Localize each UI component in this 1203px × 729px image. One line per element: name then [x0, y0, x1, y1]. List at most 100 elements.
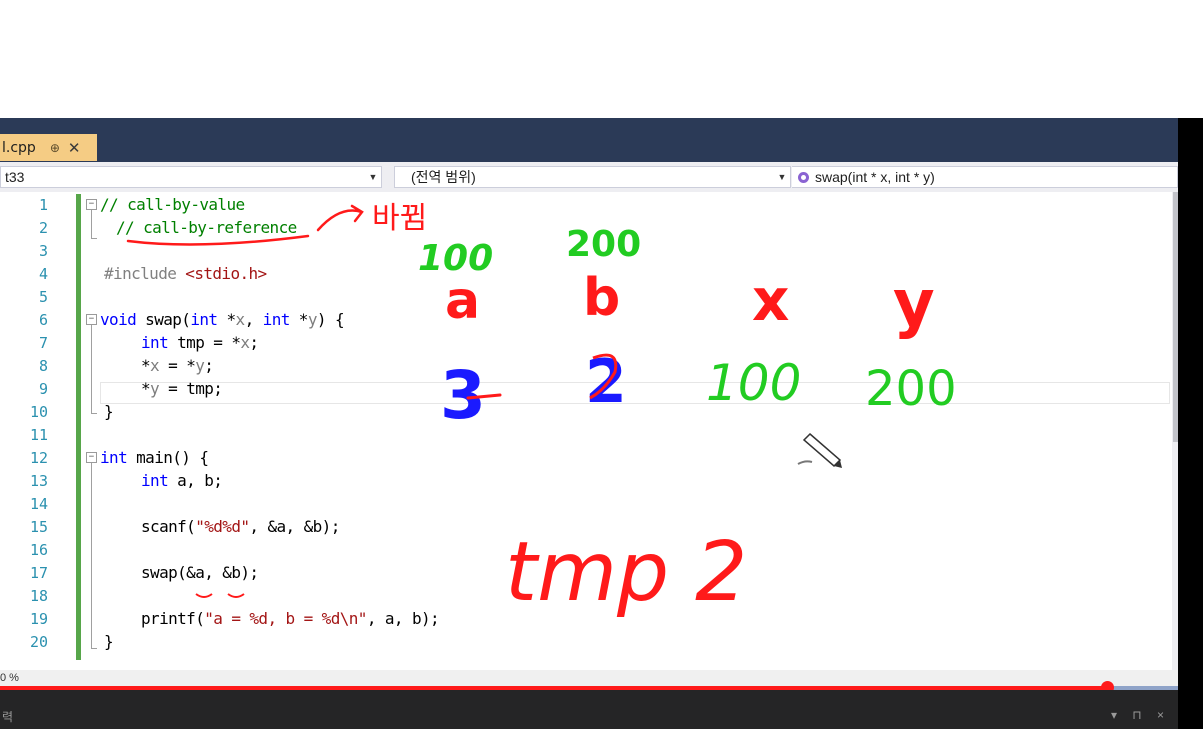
code-comment: // call-by-value	[100, 195, 245, 214]
code-keyword: int	[190, 310, 218, 329]
code-keyword: int	[100, 448, 128, 467]
line-number: 6	[38, 311, 48, 329]
fold-collapse-icon[interactable]: −	[86, 314, 97, 325]
scope-label: (전역 범위)	[411, 169, 476, 185]
fold-guide-end	[91, 413, 97, 414]
code-line-13: int a, b;	[141, 469, 223, 492]
fold-guide	[91, 210, 92, 238]
project-dropdown[interactable]: t33 ▼	[0, 166, 382, 188]
code-preprocessor: #include	[104, 264, 186, 283]
member-label: swap(int * x, int * y)	[815, 169, 935, 185]
code-keyword: int	[141, 471, 169, 490]
code-text: ,	[244, 310, 263, 329]
code-line-17: swap(&a, &b);	[141, 561, 259, 584]
status-left-text: 력	[2, 710, 14, 724]
code-param: y	[307, 310, 318, 329]
line-number: 4	[38, 265, 48, 283]
tab-filename: l.cpp	[2, 139, 36, 156]
fold-collapse-icon[interactable]: −	[86, 452, 97, 463]
code-param: y	[150, 379, 160, 398]
code-line-10: }	[104, 400, 114, 423]
code-text: ;	[249, 333, 259, 352]
code-line-9: *y = tmp;	[141, 377, 223, 400]
line-number: 20	[29, 633, 48, 651]
line-number: 3	[38, 242, 48, 260]
line-number-gutter: 1 2 3 4 5 6 7 8 9 10 11 12 13 14 15 16 1…	[0, 192, 56, 670]
code-text: }	[104, 402, 114, 421]
line-number: 15	[29, 518, 48, 536]
method-icon	[798, 171, 809, 183]
code-text: *	[141, 379, 151, 398]
code-text: , a, b);	[366, 609, 440, 628]
navigation-bar: t33 ▼ (전역 범위) ▼ swap(int * x, int * y)	[0, 162, 1178, 193]
line-number: 9	[38, 380, 48, 398]
line-number: 11	[29, 426, 48, 444]
code-text: = tmp;	[159, 379, 223, 398]
code-text: scanf(	[141, 517, 196, 536]
line-number: 18	[29, 587, 48, 605]
fold-collapse-icon[interactable]: −	[86, 199, 97, 210]
chevron-down-icon: ▼	[777, 172, 787, 182]
code-keyword: int	[262, 310, 291, 329]
fold-guide-end	[91, 648, 97, 649]
code-keyword: void	[100, 310, 137, 329]
code-string: "%d%d"	[195, 517, 250, 536]
code-comment: // call-by-reference	[116, 218, 297, 237]
scope-dropdown[interactable]: (전역 범위) ▼	[394, 166, 791, 188]
line-number: 12	[29, 449, 48, 467]
tab-file[interactable]: l.cpp ⊕ ✕	[0, 134, 97, 161]
line-number: 13	[29, 472, 48, 490]
pin-icon[interactable]: ⊕	[50, 141, 60, 155]
code-text: ) {	[316, 310, 345, 329]
code-line-8: *x = *y;	[141, 354, 214, 377]
code-text: *	[217, 310, 236, 329]
status-bar: 력 ▾ ⊓ ×	[0, 690, 1178, 729]
code-line-19: printf("a = %d, b = %d\n", a, b);	[141, 607, 440, 630]
project-name: t33	[5, 169, 25, 185]
code-line-15: scanf("%d%d", &a, &b);	[141, 515, 340, 538]
code-text: swap(	[136, 310, 191, 329]
code-header: <stdio.h>	[185, 264, 267, 283]
code-text: tmp = *	[168, 333, 241, 352]
line-number: 5	[38, 288, 48, 306]
code-line-1: // call-by-value	[100, 193, 245, 216]
fold-guide	[91, 463, 92, 648]
change-tracking-bar	[76, 194, 81, 660]
fold-guide-end	[91, 238, 97, 239]
line-number: 14	[29, 495, 48, 513]
member-dropdown[interactable]: swap(int * x, int * y)	[792, 166, 1178, 188]
line-number: 8	[38, 357, 48, 375]
document-tab-bar	[0, 118, 1178, 162]
code-text: printf(	[141, 609, 205, 628]
line-number: 10	[29, 403, 48, 421]
code-line-4: #include <stdio.h>	[104, 262, 267, 285]
code-line-6: void swap(int *x, int *y) {	[100, 308, 345, 331]
code-text: a, b;	[168, 471, 223, 490]
line-number: 16	[29, 541, 48, 559]
code-text: ;	[204, 356, 214, 375]
code-text: *	[289, 310, 309, 329]
line-number: 19	[29, 610, 48, 628]
video-letterbox	[1178, 118, 1203, 729]
line-number: 7	[38, 334, 48, 352]
fold-guide	[91, 325, 92, 413]
code-text: , &a, &b);	[249, 517, 340, 536]
close-icon[interactable]: ✕	[68, 139, 81, 157]
code-param: x	[235, 310, 246, 329]
code-line-12: int main() {	[100, 446, 209, 469]
current-line-highlight	[100, 382, 1170, 404]
window-control-icons[interactable]: ▾ ⊓ ×	[1111, 708, 1170, 722]
code-string: "a = %d, b = %d\n"	[204, 609, 367, 628]
code-text: *	[141, 356, 151, 375]
line-number: 17	[29, 564, 48, 582]
code-editor[interactable]: 1 2 3 4 5 6 7 8 9 10 11 12 13 14 15 16 1…	[0, 192, 1178, 670]
code-line-20: }	[104, 630, 114, 653]
zoom-level[interactable]: 0 %	[0, 672, 19, 684]
line-number: 1	[38, 196, 48, 214]
chevron-down-icon: ▼	[368, 172, 378, 182]
code-keyword: int	[141, 333, 169, 352]
code-line-2: // call-by-reference	[116, 216, 297, 239]
code-text: = *	[159, 356, 196, 375]
code-text: swap(&a, &b);	[141, 563, 259, 582]
code-text: main() {	[127, 448, 209, 467]
